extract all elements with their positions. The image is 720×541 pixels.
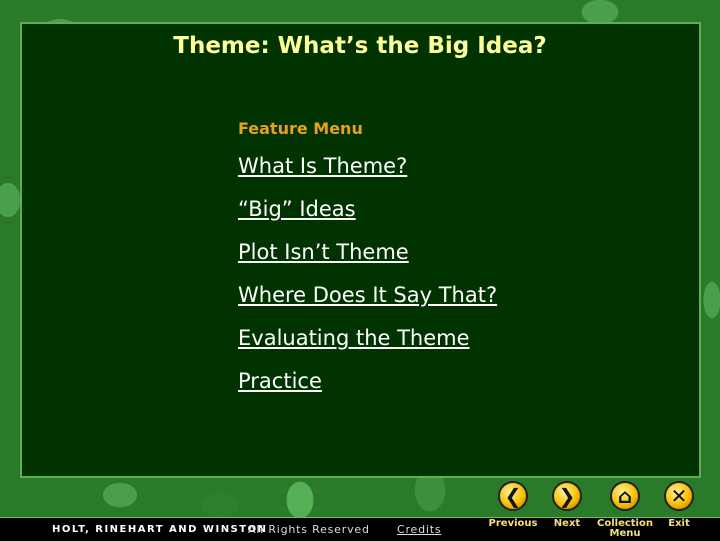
close-icon: ✕ — [664, 481, 694, 511]
credits-link[interactable]: Credits — [397, 523, 441, 536]
chevron-right-icon: ❯ — [552, 481, 582, 511]
page-title: Theme: What’s the Big Idea? — [173, 33, 547, 59]
home-icon: ⌂ — [610, 481, 640, 511]
menu-link-practice[interactable]: Practice — [238, 367, 497, 410]
menu-label: Menu — [609, 528, 641, 539]
exit-button[interactable]: ✕ — [649, 481, 709, 511]
previous-button[interactable]: ❮ — [483, 481, 543, 511]
next-button[interactable]: ❯ — [537, 481, 597, 511]
feature-menu-heading: Feature Menu — [238, 119, 363, 138]
menu-link-evaluating-theme[interactable]: Evaluating the Theme — [238, 324, 497, 367]
chevron-left-icon: ❮ — [498, 481, 528, 511]
menu-link-plot-isnt-theme[interactable]: Plot Isn’t Theme — [238, 238, 497, 281]
menu-link-where-does-it-say[interactable]: Where Does It Say That? — [238, 281, 497, 324]
publisher-name: HOLT, RINEHART AND WINSTON — [52, 524, 268, 535]
menu-link-what-is-theme[interactable]: What Is Theme? — [238, 152, 497, 195]
exit-label[interactable]: Exit — [644, 519, 714, 529]
menu-link-big-ideas[interactable]: “Big” Ideas — [238, 195, 497, 238]
collection-menu-button[interactable]: ⌂ — [595, 481, 655, 511]
rights-text: All Rights Reserved — [248, 523, 370, 536]
feature-menu: Feature Menu What Is Theme? “Big” Ideas … — [238, 119, 497, 410]
